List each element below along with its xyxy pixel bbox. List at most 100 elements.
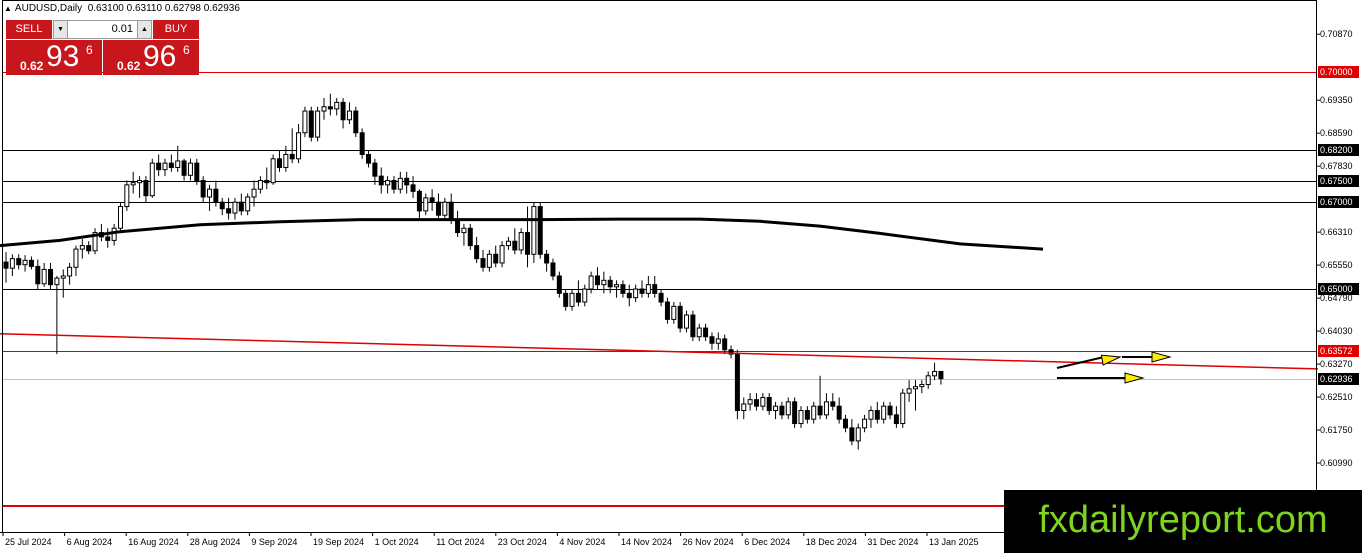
candle[interactable] — [830, 393, 836, 411]
candle[interactable] — [461, 223, 467, 246]
candle[interactable] — [9, 254, 15, 276]
candle[interactable] — [41, 262, 47, 287]
candle[interactable] — [98, 223, 104, 242]
projection-arrow[interactable] — [1057, 372, 1145, 384]
candle[interactable] — [569, 289, 575, 311]
candle[interactable] — [658, 289, 664, 307]
candle[interactable] — [512, 228, 518, 255]
candle[interactable] — [16, 254, 22, 270]
candle[interactable] — [321, 98, 327, 120]
candle[interactable] — [429, 189, 435, 211]
candle[interactable] — [804, 406, 810, 424]
candle[interactable] — [35, 259, 41, 289]
candle[interactable] — [130, 171, 136, 194]
candle[interactable] — [296, 124, 302, 164]
candle[interactable] — [315, 106, 321, 142]
candle[interactable] — [302, 106, 308, 138]
candle[interactable] — [550, 258, 556, 281]
candle[interactable] — [760, 393, 766, 411]
candle[interactable] — [620, 280, 626, 298]
candle[interactable] — [525, 206, 531, 268]
candle[interactable] — [79, 239, 85, 259]
candle[interactable] — [404, 171, 410, 194]
candle[interactable] — [124, 180, 130, 211]
candle[interactable] — [359, 128, 365, 159]
candle[interactable] — [105, 228, 111, 248]
candle[interactable] — [346, 102, 352, 125]
candle[interactable] — [633, 284, 639, 303]
candle[interactable] — [493, 245, 499, 268]
candle[interactable] — [607, 275, 613, 294]
candle[interactable] — [48, 262, 54, 289]
candle[interactable] — [684, 310, 690, 333]
candle[interactable] — [900, 388, 906, 428]
candle[interactable] — [919, 380, 925, 394]
candle[interactable] — [149, 158, 155, 198]
candle[interactable] — [117, 202, 123, 233]
candle[interactable] — [817, 375, 823, 420]
candle[interactable] — [334, 98, 340, 116]
candle[interactable] — [143, 176, 149, 203]
candle[interactable] — [181, 158, 187, 181]
lot-size-input[interactable]: 0.01 — [68, 21, 137, 38]
candle[interactable] — [416, 189, 422, 220]
candle[interactable] — [734, 349, 740, 420]
candle[interactable] — [715, 332, 721, 350]
candle[interactable] — [270, 154, 276, 185]
candle[interactable] — [289, 128, 295, 164]
candle[interactable] — [588, 271, 594, 294]
candle[interactable] — [308, 106, 314, 142]
candle[interactable] — [499, 241, 505, 268]
candle[interactable] — [435, 193, 441, 220]
candle[interactable] — [811, 401, 817, 424]
candle[interactable] — [200, 176, 206, 203]
candle[interactable] — [677, 302, 683, 333]
candle[interactable] — [932, 362, 938, 381]
candle[interactable] — [276, 150, 282, 172]
candle[interactable] — [455, 210, 461, 237]
candle[interactable] — [245, 193, 251, 216]
chart-window[interactable]: ▲ AUDUSD,Daily 0.63100 0.63110 0.62798 0.… — [0, 0, 1362, 553]
candle[interactable] — [849, 419, 855, 446]
candle[interactable] — [925, 371, 931, 389]
candle[interactable] — [54, 275, 60, 355]
candle[interactable] — [137, 176, 143, 198]
price-chart[interactable] — [0, 0, 1362, 553]
candle[interactable] — [67, 262, 73, 285]
candle[interactable] — [874, 401, 880, 424]
buy-button[interactable]: BUY — [153, 20, 199, 39]
candle[interactable] — [741, 397, 747, 420]
chevron-up-icon[interactable]: ▲ — [137, 21, 151, 38]
candle[interactable] — [372, 158, 378, 185]
candle[interactable] — [537, 202, 543, 259]
candle[interactable] — [28, 256, 34, 270]
candle[interactable] — [703, 323, 709, 342]
candle[interactable] — [423, 193, 429, 216]
candle[interactable] — [766, 393, 772, 415]
candle[interactable] — [467, 223, 473, 250]
candle[interactable] — [912, 380, 918, 411]
candle[interactable] — [582, 284, 588, 307]
candle[interactable] — [232, 197, 238, 220]
candle[interactable] — [162, 158, 168, 177]
candle[interactable] — [639, 280, 645, 298]
candle[interactable] — [893, 406, 899, 428]
candle[interactable] — [881, 401, 887, 424]
candle[interactable] — [575, 280, 581, 307]
candle[interactable] — [378, 167, 384, 194]
candle[interactable] — [652, 275, 658, 298]
candle[interactable] — [92, 228, 98, 255]
candle[interactable] — [385, 176, 391, 194]
candle[interactable] — [664, 297, 670, 324]
candle[interactable] — [264, 167, 270, 190]
candle[interactable] — [22, 255, 28, 272]
candle[interactable] — [257, 176, 263, 194]
candle[interactable] — [887, 401, 893, 420]
candle[interactable] — [594, 267, 600, 289]
candle[interactable] — [671, 302, 677, 324]
candle[interactable] — [442, 197, 448, 220]
candle[interactable] — [645, 275, 651, 298]
candle[interactable] — [168, 154, 174, 172]
candle[interactable] — [862, 414, 868, 433]
sell-button[interactable]: SELL — [6, 20, 52, 39]
